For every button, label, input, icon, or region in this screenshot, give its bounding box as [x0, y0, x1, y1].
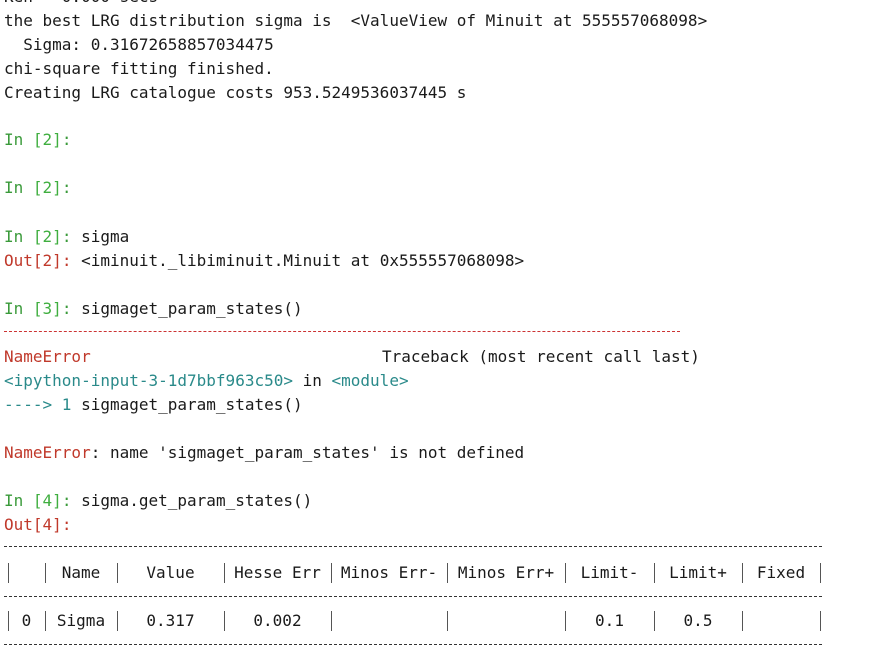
output-prompt: Out[2]: <iminuit._libiminuit.Minuit at 0… — [4, 251, 525, 270]
table-header-cell: Minos Err- — [340, 563, 438, 582]
table-divider — [820, 611, 821, 631]
table-header-cell: Limit- — [580, 563, 639, 582]
input-code: sigmaget_param_states() — [81, 299, 303, 318]
table-cell — [742, 610, 820, 632]
output-text: <iminuit._libiminuit.Minuit at 0x5555570… — [81, 251, 525, 270]
cost-line: Creating LRG catalogue costs 953.5249536… — [4, 83, 467, 102]
input-prompt: In [2]: — [4, 178, 72, 197]
sigma-value-line: Sigma: 0.31672658857034475 — [4, 35, 274, 54]
input-prompt: In [4]: sigma.get_param_states() — [4, 491, 313, 510]
table-header-cell: Minos Err+ — [457, 563, 555, 582]
table-header-cell: Value — [146, 563, 195, 582]
traceback-divider — [4, 331, 680, 332]
table-header-cell: Name — [61, 563, 101, 582]
traceback-label: Traceback (most recent call last) — [382, 347, 700, 366]
table-border-top — [4, 546, 822, 547]
table-header-cell: Fixed — [756, 563, 806, 582]
table-divider — [820, 563, 821, 583]
table-cell: 0.317 — [146, 611, 195, 630]
table-cell — [447, 610, 565, 632]
input-prompt: In [2]: — [4, 130, 72, 149]
table-cell — [331, 610, 447, 632]
input-code: sigma.get_param_states() — [81, 491, 313, 510]
fit-finished-line: chi-square fitting finished. — [4, 59, 274, 78]
table-cell: 0.5 — [683, 611, 713, 630]
table-border-mid — [4, 596, 822, 597]
table-header-cell — [8, 562, 45, 584]
traceback-location: <ipython-input-3-1d7bbf963c50> in <modul… — [4, 371, 409, 390]
table-cell: 0.002 — [253, 611, 302, 630]
table-border-bottom — [4, 644, 822, 645]
table-cell: 0 — [21, 611, 32, 630]
best-sigma-line: the best LRG distribution sigma is <Valu… — [4, 11, 708, 30]
table-cell: 0.1 — [595, 611, 624, 630]
table-header-cell: Hesse Err — [234, 563, 321, 582]
input-prompt: In [2]: sigma — [4, 227, 130, 246]
output-prompt: Out[4]: — [4, 515, 72, 534]
table-header-cell: Limit+ — [669, 563, 727, 582]
input-prompt: In [3]: sigmaget_param_states() — [4, 299, 303, 318]
terminal-output: Ken 0.000 secs the best LRG distribution… — [4, 0, 890, 660]
traceback-arrow-line: ----> 1 sigmaget_param_states() — [4, 395, 303, 414]
table-cell: Sigma — [56, 611, 106, 630]
error-type: NameError — [4, 347, 91, 366]
input-code: sigma — [81, 227, 130, 246]
error-message: NameError: name 'sigmaget_param_states' … — [4, 443, 525, 462]
cut-line: Ken 0.000 secs — [4, 0, 158, 8]
